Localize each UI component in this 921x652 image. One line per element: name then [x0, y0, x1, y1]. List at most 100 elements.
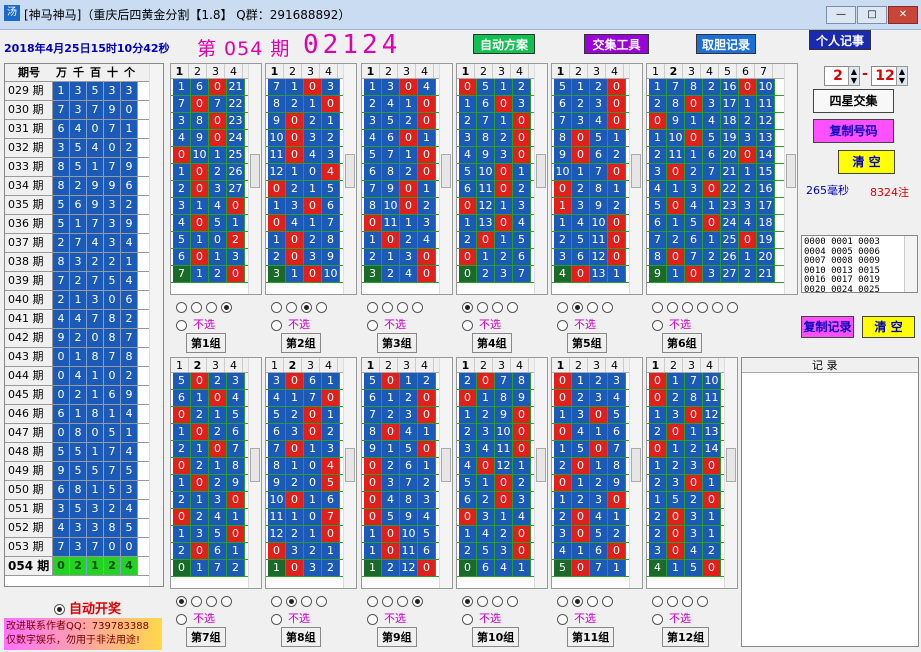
- group-scrollbar[interactable]: [629, 358, 642, 588]
- radio-option-icon[interactable]: [286, 301, 297, 313]
- radio-option-icon[interactable]: [682, 595, 693, 607]
- group-col-header[interactable]: 3: [493, 358, 511, 372]
- scroll-thumb[interactable]: [536, 448, 546, 482]
- group-scrollbar[interactable]: [439, 358, 452, 588]
- radio-option-icon[interactable]: [412, 301, 423, 313]
- radio-option-icon[interactable]: [572, 595, 583, 607]
- group-7-panel[interactable]: 1234502361040215102621070218102921300241…: [170, 357, 262, 589]
- group-6-panel[interactable]: 1 2 3 4 5 6 7 1 7 8 2 16 0 10 2 8 0 3 17 1 11 0 9 1 4 18 2 12 1 10 0 5 1…: [646, 63, 798, 295]
- no-select-option[interactable]: 不选: [271, 610, 331, 626]
- group-2-panel[interactable]: 1 2 3 4 7 1 0 3 8 2 1 0 9 0 2 1 10 0 3 2 11 0 4 3 12 1 0 4 0 2 1 5 1 3 0 6 0…: [265, 63, 357, 295]
- no-select-option[interactable]: 不选: [367, 610, 427, 626]
- group-scrollbar[interactable]: [248, 358, 261, 588]
- scroll-thumb[interactable]: [726, 448, 736, 482]
- radio-option-icon[interactable]: [221, 595, 232, 607]
- fetch-record-button[interactable]: 取胆记录: [696, 34, 756, 54]
- radio-option-icon[interactable]: [412, 595, 423, 607]
- radio-option-icon[interactable]: [652, 301, 663, 313]
- group-col-header[interactable]: 1: [457, 358, 475, 372]
- scroll-thumb[interactable]: [345, 448, 355, 482]
- no-select-option[interactable]: 不选: [176, 316, 236, 332]
- group-col-header[interactable]: 4: [225, 358, 243, 372]
- group-col-header[interactable]: 2: [380, 64, 398, 78]
- group-col-header[interactable]: 4: [606, 64, 624, 78]
- radio-option-icon[interactable]: [316, 595, 327, 607]
- group-col-header[interactable]: 4: [701, 64, 719, 78]
- group-10-panel[interactable]: 1 2 3 4 2 0 7 8 0 1 8 9 1 2 9 0 2 3 10 0 3 4 11 0 4 0 12 1 5 1 0 2 6 2 0 3 0…: [456, 357, 548, 589]
- no-select-option[interactable]: 不选: [557, 610, 617, 626]
- no-select-radio-icon[interactable]: [462, 319, 473, 331]
- group-col-header[interactable]: 1: [647, 358, 665, 372]
- group-col-header[interactable]: 1: [552, 64, 570, 78]
- scroll-thumb[interactable]: [786, 154, 796, 188]
- group-col-header[interactable]: 4: [320, 64, 338, 78]
- group-col-header[interactable]: 4: [416, 64, 434, 78]
- no-select-radio-icon[interactable]: [271, 319, 282, 331]
- radio-option-icon[interactable]: [206, 301, 217, 313]
- group-col-header[interactable]: 3: [302, 358, 320, 372]
- radio-option-icon[interactable]: [507, 301, 518, 313]
- group-col-header[interactable]: 4: [511, 64, 529, 78]
- no-select-radio-icon[interactable]: [652, 319, 663, 331]
- radio-option-icon[interactable]: [557, 595, 568, 607]
- group-col-header[interactable]: 1: [362, 64, 380, 78]
- group-col-header[interactable]: 2: [475, 358, 493, 372]
- scroll-thumb[interactable]: [631, 154, 641, 188]
- group-col-header[interactable]: 2: [570, 358, 588, 372]
- radio-option-icon[interactable]: [697, 301, 708, 313]
- group-col-header[interactable]: 7: [755, 64, 773, 78]
- radio-option-icon[interactable]: [712, 301, 723, 313]
- group-11-panel[interactable]: 1234012302341305041615072018012912302041…: [551, 357, 643, 589]
- radio-option-icon[interactable]: [602, 301, 613, 313]
- no-select-radio-icon[interactable]: [367, 319, 378, 331]
- radio-option-icon[interactable]: [477, 595, 488, 607]
- scroll-thumb[interactable]: [345, 154, 355, 188]
- group-col-header[interactable]: 1: [552, 358, 570, 372]
- group-col-header[interactable]: 6: [737, 64, 755, 78]
- radio-option-icon[interactable]: [397, 301, 408, 313]
- group-9-panel[interactable]: 1234501261207230804191500261037204830594…: [361, 357, 453, 589]
- radio-option-icon[interactable]: [382, 301, 393, 313]
- group-col-header[interactable]: 2: [380, 358, 398, 372]
- radio-option-icon[interactable]: [587, 595, 598, 607]
- personal-note-button[interactable]: 个人记事: [809, 30, 871, 50]
- radio-option-icon[interactable]: [271, 595, 282, 607]
- maximize-button[interactable]: □: [857, 6, 887, 24]
- group-col-header[interactable]: 4: [416, 358, 434, 372]
- auto-draw-radio-icon[interactable]: [54, 604, 65, 615]
- radio-option-icon[interactable]: [462, 595, 473, 607]
- copy-number-button[interactable]: 复制号码: [813, 119, 894, 143]
- spin-to-arrows-icon[interactable]: ▲ ▼: [896, 66, 908, 86]
- radio-option-icon[interactable]: [191, 595, 202, 607]
- radio-option-icon[interactable]: [462, 301, 473, 313]
- group-col-header[interactable]: 1: [266, 64, 284, 78]
- group-col-header[interactable]: 3: [398, 64, 416, 78]
- no-select-radio-icon[interactable]: [557, 319, 568, 331]
- no-select-option[interactable]: 不选: [557, 316, 617, 332]
- group-3-panel[interactable]: 1 2 3 4 1 3 0 4 2 4 1 0 3 5 2 0 4 6 0 1 5 7 1 0 6 8 2 0 7 9 0 1 8 10 0 2 0 11…: [361, 63, 453, 295]
- number-list-scrollbar[interactable]: [904, 236, 917, 292]
- group-scrollbar[interactable]: [784, 64, 797, 294]
- group-col-header[interactable]: 1: [647, 64, 665, 78]
- clear-record-button[interactable]: 清 空: [862, 316, 915, 338]
- no-select-option[interactable]: 不选: [462, 610, 522, 626]
- radio-option-icon[interactable]: [667, 301, 678, 313]
- radio-option-icon[interactable]: [492, 301, 503, 313]
- group-scrollbar[interactable]: [343, 358, 356, 588]
- group-col-header[interactable]: 3: [207, 64, 225, 78]
- radio-option-icon[interactable]: [367, 595, 378, 607]
- group-scrollbar[interactable]: [724, 358, 737, 588]
- radio-option-icon[interactable]: [316, 301, 327, 313]
- group-12-panel[interactable]: 1 2 3 4 0 1 7 10 0 2 8 11 1 3 0 12 2 0 1 13 0 1 2 14 1 2 3 0 2 3 0 1 1 5 2…: [646, 357, 738, 589]
- radio-option-icon[interactable]: [727, 301, 738, 313]
- group-col-header[interactable]: 5: [719, 64, 737, 78]
- group-col-header[interactable]: 3: [207, 358, 225, 372]
- no-select-radio-icon[interactable]: [557, 613, 568, 625]
- radio-option-icon[interactable]: [176, 301, 187, 313]
- group-scrollbar[interactable]: [534, 64, 547, 294]
- group-col-header[interactable]: 4: [320, 358, 338, 372]
- radio-option-icon[interactable]: [382, 595, 393, 607]
- no-select-radio-icon[interactable]: [176, 319, 187, 331]
- no-select-radio-icon[interactable]: [462, 613, 473, 625]
- no-select-option[interactable]: 不选: [652, 316, 742, 332]
